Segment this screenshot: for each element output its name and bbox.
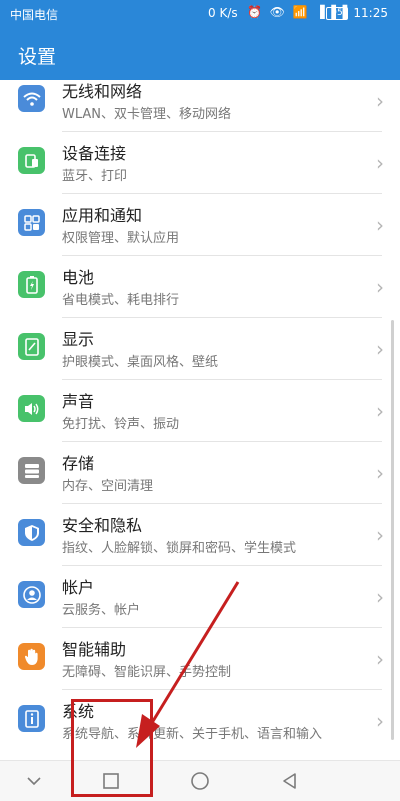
settings-item-title: 无线和网络 bbox=[62, 82, 143, 101]
navigation-bar bbox=[0, 760, 400, 801]
battery-indicator: 95 bbox=[326, 7, 348, 20]
wifi-icon bbox=[18, 85, 45, 112]
home-icon[interactable] bbox=[185, 769, 215, 793]
settings-item-subtitle: WLAN、双卡管理、移动网络 bbox=[62, 107, 232, 122]
back-icon[interactable] bbox=[275, 769, 305, 793]
chevron-right-icon: › bbox=[376, 89, 384, 113]
chevron-right-icon: › bbox=[376, 213, 384, 237]
settings-item-title: 安全和隐私 bbox=[62, 516, 143, 535]
page-title: 设置 bbox=[18, 46, 57, 68]
settings-item-device-connection[interactable]: 设备连接 蓝牙、打印 › bbox=[0, 132, 400, 194]
hand-icon bbox=[18, 643, 45, 670]
settings-item-subtitle: 内存、空间清理 bbox=[62, 479, 154, 494]
collapse-icon[interactable] bbox=[19, 769, 49, 793]
chevron-right-icon: › bbox=[376, 461, 384, 485]
chevron-right-icon: › bbox=[376, 275, 384, 299]
settings-item-system[interactable]: 系统 系统导航、系统更新、关于手机、语言和输入 › bbox=[0, 690, 400, 752]
storage-icon bbox=[18, 457, 45, 484]
settings-item-title: 存储 bbox=[62, 454, 95, 473]
settings-item-subtitle: 云服务、帐户 bbox=[62, 603, 141, 618]
settings-item-title: 智能辅助 bbox=[62, 640, 127, 659]
sound-icon bbox=[18, 395, 45, 422]
settings-item-subtitle: 免打扰、铃声、振动 bbox=[62, 417, 180, 432]
network-speed: 0 K/s bbox=[208, 6, 238, 20]
settings-item-subtitle: 无障碍、智能识屏、手势控制 bbox=[62, 665, 232, 680]
settings-item-account[interactable]: 帐户 云服务、帐户 › bbox=[0, 566, 400, 628]
chevron-right-icon: › bbox=[376, 647, 384, 671]
settings-item-smart-assist[interactable]: 智能辅助 无障碍、智能识屏、手势控制 › bbox=[0, 628, 400, 690]
battery-icon bbox=[18, 271, 45, 298]
app-bar: 设置 bbox=[0, 28, 400, 80]
settings-item-title: 电池 bbox=[62, 268, 95, 287]
settings-item-security-privacy[interactable]: 安全和隐私 指纹、人脸解锁、锁屏和密码、学生模式 › bbox=[0, 504, 400, 566]
settings-item-subtitle: 蓝牙、打印 bbox=[62, 169, 128, 184]
settings-item-subtitle: 权限管理、默认应用 bbox=[62, 231, 180, 246]
display-icon bbox=[18, 333, 45, 360]
carrier-label: 中国电信 bbox=[10, 8, 59, 22]
account-icon bbox=[18, 581, 45, 608]
chevron-right-icon: › bbox=[376, 151, 384, 175]
settings-item-subtitle: 护眼模式、桌面风格、壁纸 bbox=[62, 355, 219, 370]
settings-item-title: 声音 bbox=[62, 392, 95, 411]
settings-item-apps-notifications[interactable]: 应用和通知 权限管理、默认应用 › bbox=[0, 194, 400, 256]
settings-item-title: 帐户 bbox=[62, 578, 95, 597]
settings-item-subtitle: 省电模式、耗电排行 bbox=[62, 293, 180, 308]
settings-item-title: 设备连接 bbox=[62, 144, 127, 163]
settings-item-title: 应用和通知 bbox=[62, 206, 143, 225]
settings-item-wireless-network[interactable]: 无线和网络 WLAN、双卡管理、移动网络 › bbox=[0, 80, 400, 132]
settings-item-sound[interactable]: 声音 免打扰、铃声、振动 › bbox=[0, 380, 400, 442]
system-icon bbox=[18, 705, 45, 732]
settings-item-storage[interactable]: 存储 内存、空间清理 › bbox=[0, 442, 400, 504]
settings-list: 无线和网络 WLAN、双卡管理、移动网络 › 设备连接 蓝牙、打印 › 应用和通… bbox=[0, 80, 400, 760]
settings-item-display[interactable]: 显示 护眼模式、桌面风格、壁纸 › bbox=[0, 318, 400, 380]
scrollbar[interactable] bbox=[391, 320, 394, 740]
settings-item-title: 显示 bbox=[62, 330, 95, 349]
settings-item-subtitle: 指纹、人脸解锁、锁屏和密码、学生模式 bbox=[62, 541, 297, 556]
chevron-right-icon: › bbox=[376, 523, 384, 547]
status-bar: 中国电信 0 K/s ⏰ 👁 📶 ▐▐▐ 95 11:25 bbox=[0, 0, 400, 28]
clock: 11:25 bbox=[353, 6, 388, 20]
settings-item-subtitle: 系统导航、系统更新、关于手机、语言和输入 bbox=[62, 727, 323, 742]
chevron-right-icon: › bbox=[376, 337, 384, 361]
recent-apps-icon[interactable] bbox=[96, 769, 126, 793]
shield-icon bbox=[18, 519, 45, 546]
chevron-right-icon: › bbox=[376, 585, 384, 609]
chevron-right-icon: › bbox=[376, 709, 384, 733]
settings-item-battery[interactable]: 电池 省电模式、耗电排行 › bbox=[0, 256, 400, 318]
device-connect-icon bbox=[18, 147, 45, 174]
settings-item-title: 系统 bbox=[62, 702, 95, 721]
apps-icon bbox=[18, 209, 45, 236]
chevron-right-icon: › bbox=[376, 399, 384, 423]
